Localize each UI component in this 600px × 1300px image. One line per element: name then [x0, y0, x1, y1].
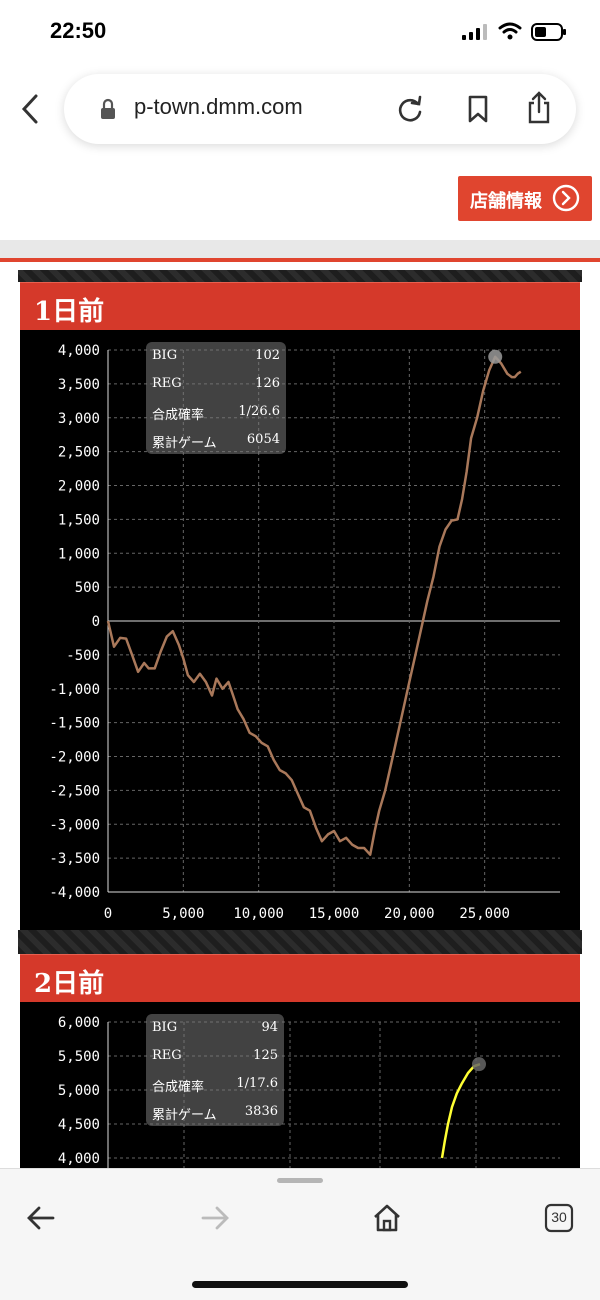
wifi-icon: [498, 22, 522, 40]
panel-title: 2日前: [34, 969, 105, 999]
stat-label-probability: 合成確率: [152, 1080, 205, 1095]
stat-value-total-games: 3836: [244, 1104, 278, 1119]
x-tick-label: 10,000: [233, 906, 284, 922]
stat-label-total-games: 累計ゲーム: [152, 1108, 217, 1123]
max-point-marker: [488, 349, 503, 364]
y-tick-label: -4,000: [49, 885, 100, 901]
y-tick-label: -3,500: [49, 851, 100, 867]
y-tick-label: 2,500: [58, 445, 100, 461]
y-tick-label: 3,500: [58, 377, 100, 393]
accent-line: [0, 258, 600, 262]
y-tick-label: -1,000: [49, 682, 100, 698]
chevron-left-icon[interactable]: [18, 92, 44, 126]
bookmark-icon[interactable]: [466, 94, 490, 124]
y-tick-label: -1,500: [49, 716, 100, 732]
line-chart-day1: 4,0003,5003,0002,5002,0001,5001,0005000-…: [49, 343, 560, 922]
x-tick-label: 15,000: [309, 906, 360, 922]
panel-frame-top: [18, 270, 582, 282]
home-icon[interactable]: [372, 1203, 402, 1233]
panel-title: 1日前: [34, 297, 105, 327]
stat-label-big: BIG: [152, 348, 178, 363]
stat-label-total-games: 累計ゲーム: [152, 436, 217, 451]
status-bar: 22:50: [0, 0, 600, 62]
home-indicator: [192, 1281, 408, 1288]
max-point-marker: [472, 1057, 486, 1072]
tabs-button[interactable]: 30: [544, 1203, 574, 1233]
stat-value-reg: 125: [253, 1048, 278, 1063]
y-tick-label: 3,000: [58, 411, 100, 427]
stat-label-reg: REG: [152, 1048, 182, 1063]
section-divider: [0, 240, 600, 258]
browser-bar: p-town.dmm.com: [0, 62, 600, 162]
y-tick-label: 2,000: [58, 479, 100, 495]
share-icon[interactable]: [526, 90, 552, 124]
y-tick-label: -2,500: [49, 783, 100, 799]
y-tick-label: -2,000: [49, 750, 100, 766]
panel-header-day2: 2日前: [20, 954, 580, 1003]
x-tick-label: 0: [104, 906, 112, 922]
status-time: 22:50: [50, 18, 107, 43]
stat-value-big: 94: [261, 1020, 278, 1035]
arrow-left-icon[interactable]: [26, 1205, 56, 1231]
panel-header-day1: 1日前: [20, 282, 580, 331]
y-tick-label: 500: [75, 580, 100, 596]
sheet-grabber[interactable]: [277, 1178, 323, 1183]
browser-toolbar: 30: [0, 1168, 600, 1300]
store-info-button[interactable]: 店舗情報: [458, 176, 592, 221]
y-tick-label: 4,500: [58, 1117, 100, 1133]
chevron-right-circle-icon: [552, 184, 580, 212]
stat-label-big: BIG: [152, 1020, 178, 1035]
x-tick-label: 5,000: [162, 906, 204, 922]
battery-icon: [531, 23, 566, 41]
stats-box-day2: BIG 94 REG 125 合成確率 1/17.6 累計ゲーム 3836: [146, 1014, 284, 1126]
y-tick-label: 1,500: [58, 512, 100, 528]
y-tick-label: 5,500: [58, 1049, 100, 1065]
y-tick-label: 5,000: [58, 1083, 100, 1099]
stat-label-reg: REG: [152, 376, 182, 391]
y-tick-label: -3,000: [49, 817, 100, 833]
y-tick-label: 4,000: [58, 1151, 100, 1167]
tab-count: 30: [551, 1209, 567, 1225]
store-info-label: 店舗情報: [470, 191, 542, 212]
lock-icon: [101, 98, 115, 119]
y-tick-label: 1,000: [58, 546, 100, 562]
y-tick-label: 4,000: [58, 343, 100, 359]
y-tick-label: 0: [92, 614, 100, 630]
y-tick-label: -500: [66, 648, 100, 664]
stat-value-big: 102: [255, 348, 280, 363]
reload-icon[interactable]: [396, 94, 424, 124]
chart-area-day2: 6,000 5,500 5,000 4,500 4,000 BIG 94 REG 125…: [20, 1002, 580, 1168]
stat-label-probability: 合成確率: [152, 408, 205, 423]
stats-box-day1: BIG 102 REG 126 合成確率 1/26.6 累計ゲーム 6054: [146, 342, 286, 454]
chart-area-day1: 4,000 3,500 3,000 2,500 2,000 1,500 1,000 500 0-…: [20, 330, 580, 930]
line-chart-day2: 6,000 5,500 5,000 4,500 4,000: [58, 1015, 560, 1168]
url-text[interactable]: p-town.dmm.com: [134, 94, 303, 120]
x-tick-label: 25,000: [459, 906, 510, 922]
cellular-signal-icon: [462, 24, 487, 40]
data-line: [440, 1063, 481, 1159]
stat-value-probability: 1/26.6: [238, 404, 280, 419]
y-tick-label: 6,000: [58, 1015, 100, 1031]
stat-value-reg: 126: [255, 376, 280, 391]
x-tick-label: 20,000: [384, 906, 435, 922]
address-bar[interactable]: p-town.dmm.com: [64, 74, 576, 144]
stat-value-probability: 1/17.6: [236, 1076, 278, 1091]
arrow-right-icon[interactable]: [200, 1205, 230, 1231]
stat-value-total-games: 6054: [246, 432, 280, 447]
panel-frame-separator: [18, 930, 582, 954]
